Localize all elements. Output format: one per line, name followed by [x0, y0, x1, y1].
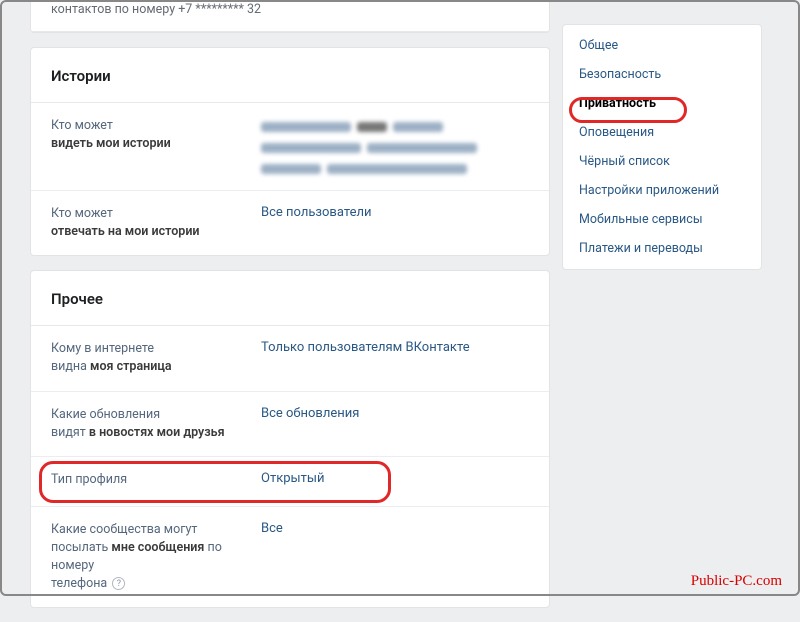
row-stories-reply-value[interactable]: Все пользователи: [261, 205, 372, 220]
row-page-visibility-value[interactable]: Только пользователям ВКонтакте: [261, 340, 470, 355]
row-community-messages-value[interactable]: Все: [261, 521, 283, 536]
sidebar-item-general[interactable]: Общее: [563, 31, 761, 60]
panel-other-header: Прочее: [31, 271, 549, 326]
row-profile-type[interactable]: Тип профиля Открытый: [31, 457, 549, 507]
row-page-visibility-label: Кому в интернете видна моя страница: [51, 340, 261, 376]
row-news-updates[interactable]: Какие обновления видят в новостях мои др…: [31, 392, 549, 457]
row-stories-visibility-label: Кто может видеть мои истории: [51, 117, 261, 153]
row-profile-type-value[interactable]: Открытый: [261, 471, 324, 486]
row-page-visibility[interactable]: Кому в интернете видна моя страница Толь…: [31, 326, 549, 391]
row-profile-type-label: Тип профиля: [51, 471, 261, 489]
sidebar-item-notifications[interactable]: Оповещения: [563, 118, 761, 147]
sidebar-item-mobile[interactable]: Мобильные сервисы: [563, 205, 761, 234]
sidebar-item-privacy[interactable]: Приватность: [563, 89, 761, 118]
panel-stories: Истории Кто может видеть мои истории: [30, 47, 550, 256]
sidebar-item-blacklist[interactable]: Чёрный список: [563, 147, 761, 176]
panel-contacts-cut: контактов по номеру +7 ********* 32: [30, 0, 550, 33]
contacts-remainder-text: контактов по номеру +7 ********* 32: [31, 0, 549, 32]
row-stories-reply[interactable]: Кто может отвечать на мои истории Все по…: [31, 191, 549, 255]
row-community-messages-label: Какие сообщества могут посылать мне сооб…: [51, 521, 261, 594]
row-stories-visibility[interactable]: Кто может видеть мои истории: [31, 103, 549, 191]
row-news-updates-label: Какие обновления видят в новостях мои др…: [51, 406, 261, 442]
sidebar-item-app-settings[interactable]: Настройки приложений: [563, 176, 761, 205]
row-news-updates-value[interactable]: Все обновления: [261, 406, 359, 421]
row-stories-reply-label: Кто может отвечать на мои истории: [51, 205, 261, 241]
panel-stories-header: Истории: [31, 48, 549, 103]
watermark: Public-PC.com: [691, 573, 782, 590]
sidebar-item-payments[interactable]: Платежи и переводы: [563, 234, 761, 263]
panel-other: Прочее Кому в интернете видна моя страни…: [30, 270, 550, 608]
settings-sidebar: Общее Безопасность Приватность Оповещени…: [562, 24, 762, 270]
row-community-messages[interactable]: Какие сообщества могут посылать мне сооб…: [31, 507, 549, 608]
sidebar-item-security[interactable]: Безопасность: [563, 60, 761, 89]
help-icon[interactable]: ?: [112, 577, 125, 590]
row-stories-visibility-value-blurred: [261, 117, 483, 176]
